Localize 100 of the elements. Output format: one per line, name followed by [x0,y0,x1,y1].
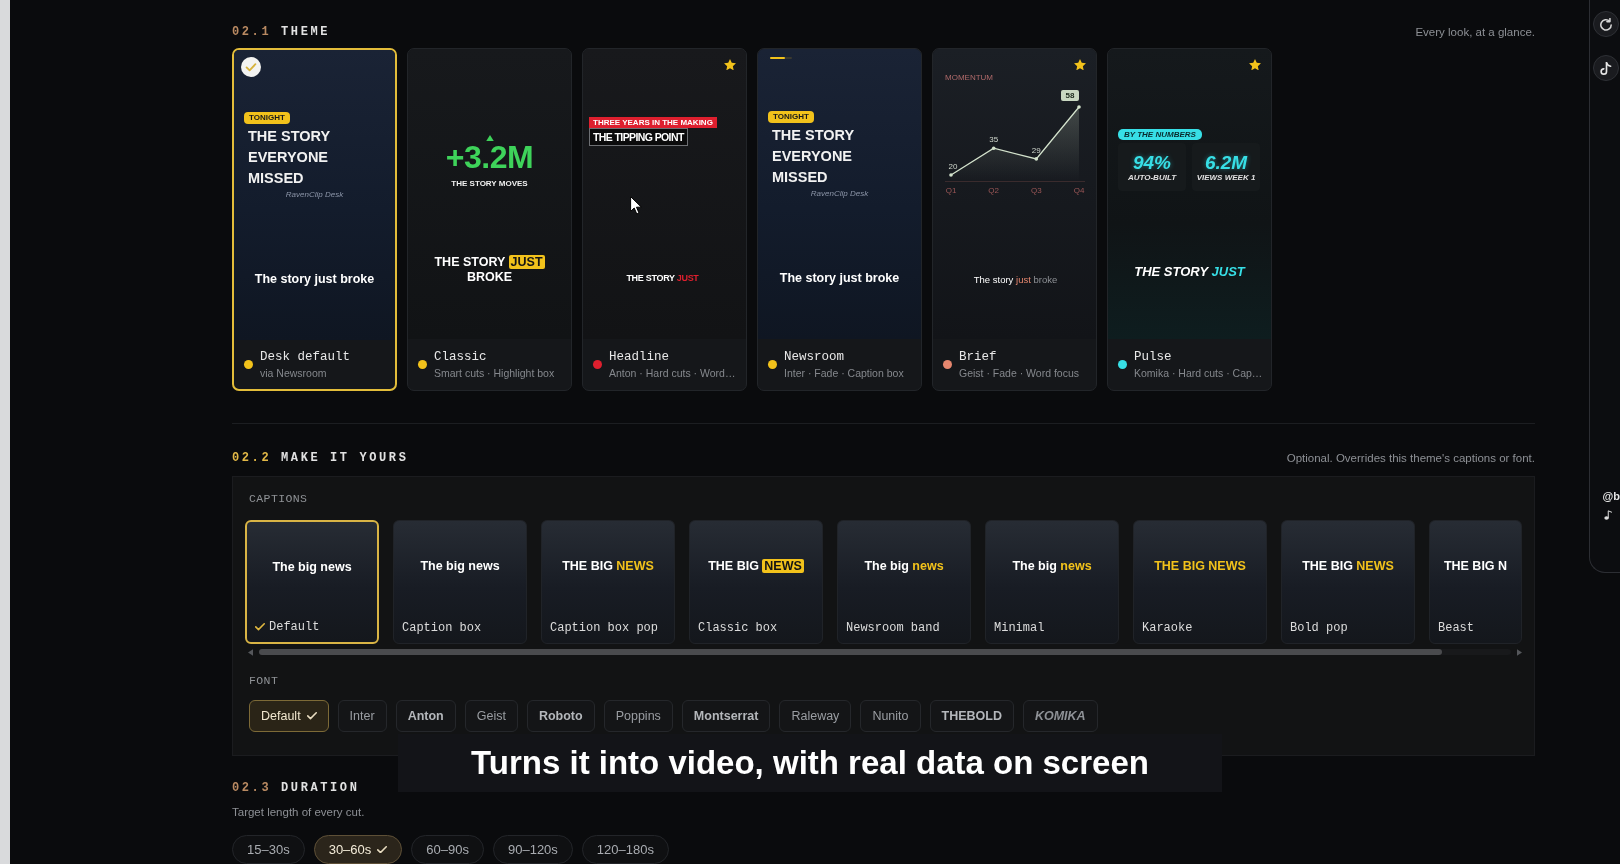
caption-style-card[interactable]: THE BIG NEWS Karaoke [1133,520,1267,644]
theme-card[interactable]: MOMENTUM 20 35 29 58 Q1 Q2 Q3 Q4 The story just broke Brief Geist · Fade · Word focus [932,48,1097,391]
axis-label: Q3 [1030,186,1042,195]
scroll-left-icon[interactable] [248,648,253,656]
preview-figure-label: THE STORY MOVES [451,179,528,189]
font-option[interactable]: Inter [337,700,387,732]
account-handle: @b [1602,490,1620,502]
theme-details: Smart cuts · Highlight box [434,367,555,379]
up-triangle-icon [485,135,494,142]
section-note: Every look, at a glance. [1415,26,1535,38]
font-option[interactable]: KOMIKA [1022,700,1098,732]
duration-option[interactable]: 120–180s [581,835,669,864]
caption-style-name: Newsroom band [846,621,940,635]
theme-details: Anton · Hard cuts · Word… [609,367,736,379]
caption-style-name: Bold pop [1290,621,1348,635]
theme-name: Newsroom [784,350,845,364]
note-button[interactable] [1592,55,1619,81]
data-label: 20 [948,162,958,171]
caption-sample: The big news [864,559,944,573]
preview-caption: The story just broke [254,272,375,286]
caption-style-name: Beast [1438,621,1474,635]
caption-sample: THE BIG NEWS [708,559,804,573]
preview-headline: THE STORY EVERYONE MISSED [248,127,331,188]
caption-style-card[interactable]: THE BIG NEWS Caption box pop [541,520,675,644]
data-label: 35 [989,135,999,145]
caption-sample: THE BIG N [1443,559,1508,573]
check-icon [377,845,388,854]
group-label: CAPTIONS [249,493,308,505]
caption-style-card[interactable]: The big news Minimal [985,520,1119,644]
preview-caption: THE STORY JUST [1134,264,1245,279]
font-option[interactable]: Montserrat [681,700,771,732]
data-label: 58 [1061,90,1079,101]
theme-name: Headline [609,350,670,364]
preview-caption: The story just broke [779,271,900,285]
caption-style-card[interactable]: The big news Newsroom band [837,520,971,644]
caption-style-name: Caption box pop [550,621,659,635]
section-heading: 02.2 MAKE IT YOURS [232,451,409,465]
theme-card[interactable]: BY THE NUMBERS 94% AUTO-BUILT 6.2M VIEWS WEEK 1 THE STORY JUST Pulse Komika · Hard cuts · Cap… [1107,48,1272,391]
theme-details: Inter · Fade · Caption box [784,367,904,379]
stat-value: 94% [1133,152,1171,173]
scroll-right-icon[interactable] [1517,648,1522,656]
caption-style-name: Classic box [698,621,778,635]
caption-style-card[interactable]: THE BIG N Beast [1429,520,1522,644]
duration-option[interactable]: 90–120s [492,835,573,864]
section-heading: 02.3 DURATION [232,781,360,795]
preview-kicker: THREE YEARS IN THE MAKING [589,117,717,128]
music-note-icon [1599,61,1612,75]
duration-option[interactable]: 30–60s [313,835,403,864]
preview-headline: THE TIPPING POINT [589,128,688,146]
preview-tag: BY THE NUMBERS [1118,129,1202,140]
preview-credit: RavenClip Desk [285,190,344,199]
music-note-icon [1603,510,1612,520]
theme-name: Classic [434,350,488,364]
font-option[interactable]: Nunito [860,700,921,732]
data-point [1034,157,1039,161]
chart-title: MOMENTUM [945,73,993,82]
theme-card[interactable]: +3.2M THE STORY MOVES THE STORY JUST BROKE Classic Smart cuts · Highlight box [407,48,572,391]
caption-style-card[interactable]: The big news Default [245,520,379,644]
preview-credit: RavenClip Desk [810,189,869,198]
caption-sample: THE BIG NEWS [562,559,654,573]
data-point [949,173,953,177]
theme-card[interactable]: TONIGHT THE STORY EVERYONE MISSED RavenClip Desk The story just broke Desk default via Newsroom [232,48,397,391]
font-option[interactable]: Default [249,700,329,732]
theme-details: via Newsroom [260,367,328,379]
cursor-icon [630,196,642,215]
font-option[interactable]: Poppins [603,700,673,732]
caption-style-card[interactable]: THE BIG NEWS Classic box [689,520,823,644]
data-point [1077,105,1081,109]
theme-details: Komika · Hard cuts · Cap… [1134,367,1263,379]
caption-sample: The big news [272,560,352,574]
preview-caption: The story just broke [973,274,1058,285]
theme-card[interactable]: THREE YEARS IN THE MAKING THE TIPPING POINT THE STORY JUST Headline Anton · Hard cuts · Word… [582,48,747,391]
theme-details: Geist · Fade · Word focus [959,367,1079,379]
duration-option[interactable]: 15–30s [232,835,305,864]
caption-style-name: Karaoke [1142,621,1193,635]
font-option[interactable]: Roboto [526,700,595,732]
theme-name: Pulse [1134,350,1173,364]
theme-card[interactable]: TONIGHT THE STORY EVERYONE MISSED RavenClip Desk The story just broke Newsroom Inter · Fade · Caption box [757,48,922,391]
font-option[interactable]: Anton [395,700,456,732]
caption-style-name: Default [269,620,320,634]
font-option[interactable]: Raleway [779,700,852,732]
refresh-button[interactable] [1592,11,1619,37]
caption-sample: The big news [420,559,500,573]
stat-label: VIEWS WEEK 1 [1196,173,1256,182]
caption-sample: THE BIG NEWS [1154,559,1246,573]
section-note: Optional. Overrides this theme's captions or font. [1286,452,1535,464]
caption-style-card[interactable]: The big news Caption box [393,520,527,644]
preview-tag: TONIGHT [768,111,814,123]
caption-sample: THE BIG NEWS [1302,559,1394,573]
preview-caption: THE STORY JUST BROKE [433,255,546,285]
caption-style-card[interactable]: THE BIG NEWS Bold pop [1281,520,1415,644]
font-option[interactable]: Geist [464,700,518,732]
video-subtitle: Turns it into video, with real data on screen [398,734,1222,792]
data-label: 29 [1031,145,1041,155]
stat-label: AUTO-BUILT [1127,173,1177,182]
font-option[interactable]: THEBOLD [929,700,1014,732]
duration-option[interactable]: 60–90s [411,835,484,864]
data-point [991,146,996,150]
preview-tag: TONIGHT [244,112,290,124]
preview-caption: THE STORY JUST [626,273,699,283]
